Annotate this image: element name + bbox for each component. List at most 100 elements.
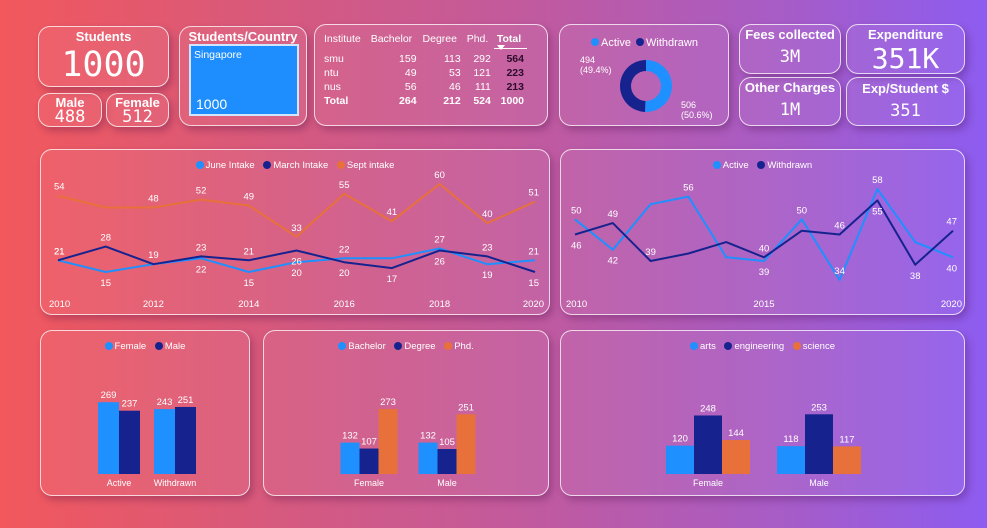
cell-total: 564	[506, 53, 524, 65]
donut-label-active-pct: (50.6%)	[681, 110, 713, 120]
data-label: 20	[339, 268, 350, 279]
data-label: 46	[571, 241, 582, 252]
x-tick-label: 2015	[753, 299, 774, 310]
institute-table-card: Institute Bachelor Degree Phd. Total smu…	[314, 24, 548, 126]
cell-phd: 111	[474, 81, 491, 93]
x-tick-label: 2018	[429, 299, 450, 310]
data-label: 15	[100, 278, 111, 289]
exp-student-card: Exp/Student $ 351	[846, 77, 965, 126]
data-label: 27	[434, 235, 445, 246]
data-label: 52	[196, 186, 207, 197]
col-header-phd[interactable]: Phd.	[464, 31, 494, 49]
female-card: Female 512	[106, 93, 169, 127]
cell-total: 223	[506, 67, 524, 79]
bar-value-label: 120	[672, 434, 688, 445]
bar-bachelor	[340, 442, 360, 474]
students-card: Students 1000	[38, 26, 169, 87]
data-label: 22	[196, 264, 207, 275]
bar-degree	[359, 448, 379, 474]
data-label: 50	[571, 205, 582, 216]
expenditure-value: 351K	[871, 42, 940, 75]
x-tick-label: 2016	[334, 299, 355, 310]
cell-degree: 46	[449, 81, 461, 93]
donut-chart: Active Withdrawn 494(49.4%) 506(50.6%)	[580, 37, 713, 120]
bar-value-label: 251	[458, 402, 474, 413]
cell-grand-total: 1000	[500, 95, 524, 107]
data-label: 47	[946, 217, 957, 228]
sort-descending-icon[interactable]	[496, 45, 505, 50]
expenditure-title: Expenditure	[867, 27, 944, 42]
data-label: 19	[482, 270, 493, 281]
male-card: Male 488	[38, 93, 102, 127]
legend-active-label: Active	[601, 37, 631, 49]
data-label: 40	[946, 263, 957, 274]
country-slicer-box[interactable]: Singapore 1000	[189, 44, 299, 116]
bar-value-label: 243	[157, 397, 173, 408]
table-row[interactable]: nus 56 46 111 213	[321, 80, 527, 94]
cell-total-phd: 524	[473, 95, 491, 107]
cell-bachelor: 56	[404, 81, 417, 93]
bar-male	[175, 406, 196, 474]
country-slicer-selected[interactable]: Singapore	[194, 49, 294, 61]
cell-institute: smu	[324, 52, 344, 65]
bar-value-label: 107	[361, 437, 377, 448]
donut-card: Active Withdrawn 494 (49.4%) 506 (50.6%)	[559, 24, 729, 126]
cell-phd: 121	[473, 67, 491, 79]
table-row[interactable]: ntu 49 53 121 223	[321, 66, 527, 80]
data-label: 58	[872, 175, 883, 186]
bar-value-label: 132	[420, 431, 436, 442]
students-title: Students	[75, 29, 132, 44]
country-slicer-count: 1000	[196, 96, 228, 112]
bar-engineering	[694, 415, 722, 474]
exp-student-title: Exp/Student $	[862, 81, 949, 96]
category-label: Male	[809, 478, 829, 488]
col-header-total[interactable]: Total	[493, 31, 527, 50]
category-label: Female	[693, 478, 723, 488]
x-tick-label: 2010	[49, 299, 70, 310]
data-label: 33	[291, 223, 302, 234]
data-label: 55	[872, 206, 883, 217]
data-label: 40	[482, 209, 493, 220]
cell-phd: 292	[473, 52, 491, 65]
x-tick-label: 2020	[941, 299, 962, 310]
col-header-degree[interactable]: Degree	[420, 31, 464, 49]
bar-value-label: 117	[839, 434, 854, 445]
x-tick-label: 2020	[523, 299, 544, 310]
bar-value-label: 253	[811, 402, 827, 413]
table-total-row: Total 264 212 524 1000	[321, 94, 527, 108]
data-label: 21	[244, 246, 255, 257]
data-label: 21	[528, 246, 539, 257]
category-label: Active	[107, 478, 132, 488]
intake-line-chart: 5421212815481952232249211533262055222041…	[49, 170, 544, 310]
cell-bachelor: 159	[399, 52, 417, 65]
active-line-card: Active Withdrawn 50 46 49 42 39 56 39 40 50 46 34 5…	[560, 149, 965, 315]
col-header-bachelor[interactable]: Bachelor	[368, 31, 420, 49]
x-tick-label: 2010	[566, 299, 587, 310]
cell-institute: nus	[324, 81, 341, 93]
institute-table: Institute Bachelor Degree Phd. Total smu…	[321, 31, 527, 108]
cell-total: 213	[506, 81, 524, 93]
bar-arts	[666, 445, 694, 474]
bar-value-label: 118	[783, 434, 798, 445]
donut-label-withdrawn-value: 494	[580, 55, 595, 65]
table-row[interactable]: smu 159 113 292 564	[321, 49, 527, 67]
data-label: 56	[683, 183, 694, 194]
cell-total-bachelor: 264	[399, 95, 417, 107]
students-value: 1000	[61, 45, 146, 85]
degree-bar-card: Bachelor Degree Phd. 132 107 273 Female 132 1…	[263, 330, 549, 496]
bar-science	[722, 440, 750, 474]
female-value: 512	[122, 107, 153, 127]
donut-slice-active	[645, 60, 672, 112]
bar-female	[98, 402, 119, 474]
col-header-institute[interactable]: Institute	[321, 31, 368, 49]
data-label: 26	[291, 256, 302, 267]
donut-label-withdrawn-pct: (49.4%)	[580, 65, 612, 75]
faculty-bar-chart: 120 248 144 Female 118 253 117 Male	[666, 402, 861, 488]
other-charges-card: Other Charges 1M	[739, 77, 841, 126]
data-label: 21	[54, 246, 65, 257]
data-label: 60	[434, 170, 445, 181]
bar-arts	[777, 446, 805, 474]
data-label: 50	[797, 205, 808, 216]
category-label: Female	[354, 478, 384, 488]
data-label: 48	[148, 193, 159, 204]
